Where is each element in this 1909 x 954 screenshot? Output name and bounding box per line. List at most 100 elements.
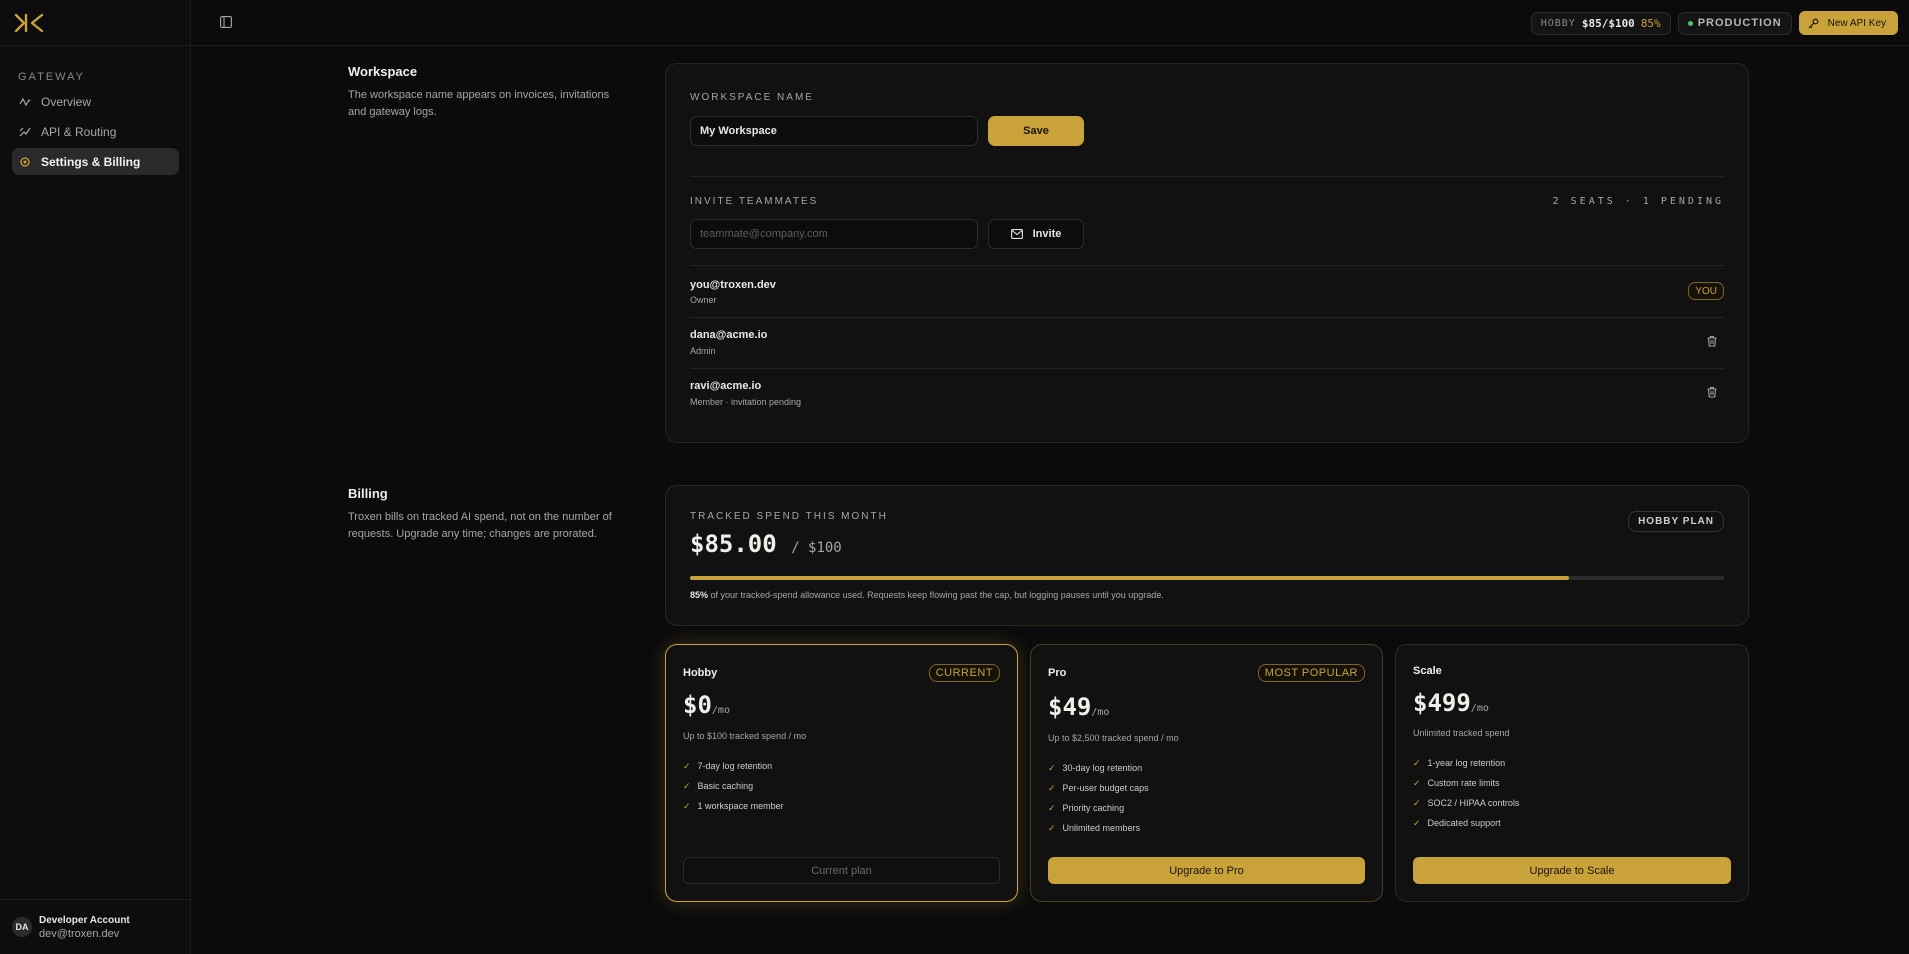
feature-item: ✓ 1 workspace member xyxy=(683,796,784,816)
feature-label: 1-year log retention xyxy=(1427,758,1506,768)
plan-name: Hobby xyxy=(683,667,718,679)
feature-item: ✓ 30-day log retention xyxy=(1048,758,1149,778)
invite-teammates-label: INVITE TEAMMATES xyxy=(690,196,819,207)
usage-note: 85% of your tracked-spend allowance used… xyxy=(690,590,1164,600)
logo-icon xyxy=(14,13,44,32)
check-icon: ✓ xyxy=(1048,782,1056,793)
plan-pill-percent: 85% xyxy=(1640,16,1661,30)
invite-button[interactable]: Invite xyxy=(988,219,1084,249)
sidebar-item-api-routing[interactable]: API & Routing xyxy=(12,118,179,145)
plan-subtitle: Unlimited tracked spend xyxy=(1413,728,1510,738)
account-name: Developer Account xyxy=(39,914,130,926)
account-email: dev@troxen.dev xyxy=(39,927,120,940)
price-period: /mo xyxy=(1091,707,1110,718)
activity-icon xyxy=(18,95,32,109)
plan-usage-pill[interactable]: HOBBY $85/$100 85% xyxy=(1530,11,1671,35)
spend-cap: / $100 xyxy=(791,540,842,556)
trash-icon[interactable] xyxy=(1706,386,1718,398)
gear-icon xyxy=(18,155,32,169)
current-plan-button[interactable]: Current plan xyxy=(683,857,1000,884)
feature-item: ✓ 7-day log retention xyxy=(683,756,784,776)
plan-card-pro: Pro MOST POPULAR $49/mo Up to $2,500 tra… xyxy=(1030,644,1383,902)
feature-label: 7-day log retention xyxy=(697,761,773,771)
usage-note-text: of your tracked-spend allowance used. Re… xyxy=(710,590,1164,600)
plan-features: ✓ 30-day log retention ✓ Per-user budget c… xyxy=(1048,758,1149,838)
sidebar: GATEWAY Overview API & Routing Settings … xyxy=(0,0,191,954)
sidebar-item-overview[interactable]: Overview xyxy=(12,88,179,115)
account-menu[interactable]: DA Developer Account dev@troxen.dev xyxy=(0,899,191,954)
top-header: HOBBY $85/$100 85% PRODUCTION New API Ke… xyxy=(191,0,1909,46)
workspace-card: WORKSPACE NAME Save INVITE TEAMMATES 2 S… xyxy=(665,63,1749,443)
feature-item: ✓ SOC2 / HIPAA controls xyxy=(1413,793,1519,813)
you-badge: YOU xyxy=(1688,282,1724,300)
plan-features: ✓ 1-year log retention ✓ Custom rate limit… xyxy=(1413,753,1519,833)
usage-progress-fill xyxy=(690,576,1569,580)
member-email: ravi@acme.io xyxy=(690,380,762,392)
check-icon: ✓ xyxy=(683,800,691,811)
billing-description: Troxen bills on tracked AI spend, not on… xyxy=(348,511,612,540)
divider xyxy=(690,176,1724,177)
plan-name: Pro xyxy=(1048,667,1067,679)
invite-email-input[interactable] xyxy=(690,219,978,249)
price-period: /mo xyxy=(711,705,730,716)
environment-pill[interactable]: PRODUCTION xyxy=(1677,11,1792,35)
price-value: $49 xyxy=(1048,693,1092,721)
usage-progress-bar xyxy=(690,576,1724,580)
seats-info: 2 SEATS · 1 PENDING xyxy=(1552,196,1724,207)
plan-subtitle: Up to $2,500 tracked spend / mo xyxy=(1048,733,1179,743)
plan-card-hobby: Hobby CURRENT $0/mo Up to $100 tracked s… xyxy=(665,644,1018,902)
upgrade-to-pro-button[interactable]: Upgrade to Pro xyxy=(1048,857,1365,884)
price-value: $0 xyxy=(683,691,712,719)
member-role: Member · invitation pending xyxy=(690,397,802,407)
workspace-name-label: WORKSPACE NAME xyxy=(690,92,814,103)
environment-label: PRODUCTION xyxy=(1697,17,1782,29)
sidebar-toggle-icon[interactable] xyxy=(220,16,232,28)
spend-value: $85.00 xyxy=(690,530,777,558)
check-icon: ✓ xyxy=(1048,822,1056,833)
feature-item: ✓ 1-year log retention xyxy=(1413,753,1519,773)
check-icon: ✓ xyxy=(1413,817,1421,828)
feature-item: ✓ Priority caching xyxy=(1048,798,1149,818)
price-period: /mo xyxy=(1470,703,1489,714)
billing-title: Billing xyxy=(348,486,388,501)
most-popular-badge: MOST POPULAR xyxy=(1257,664,1365,682)
feature-label: Per-user budget caps xyxy=(1062,783,1149,793)
key-icon xyxy=(1808,18,1819,28)
workspace-name-input[interactable] xyxy=(690,116,978,146)
feature-item: ✓ Per-user budget caps xyxy=(1048,778,1149,798)
member-email: dana@acme.io xyxy=(690,329,768,341)
tracked-spend-label: TRACKED SPEND THIS MONTH xyxy=(690,511,888,522)
check-icon: ✓ xyxy=(1048,762,1056,773)
trash-icon[interactable] xyxy=(1706,335,1718,347)
new-api-key-label: New API Key xyxy=(1827,17,1886,29)
member-role: Admin xyxy=(690,346,716,356)
tracked-spend-value: $85.00 / $100 xyxy=(690,530,842,558)
sidebar-item-label: API & Routing xyxy=(41,124,117,139)
save-button[interactable]: Save xyxy=(988,116,1084,146)
plan-badge: HOBBY PLAN xyxy=(1628,511,1724,532)
plan-price: $499/mo xyxy=(1413,689,1489,717)
divider xyxy=(690,265,1724,266)
feature-item: ✓ Basic caching xyxy=(683,776,784,796)
new-api-key-button[interactable]: New API Key xyxy=(1798,11,1898,35)
check-icon: ✓ xyxy=(1413,757,1421,768)
check-icon: ✓ xyxy=(1413,777,1421,788)
avatar: DA xyxy=(12,917,32,937)
member-email: you@troxen.dev xyxy=(690,279,776,291)
sidebar-section-label: GATEWAY xyxy=(18,71,85,83)
sidebar-item-settings-billing[interactable]: Settings & Billing xyxy=(12,148,179,175)
price-value: $499 xyxy=(1413,689,1471,717)
upgrade-to-scale-button[interactable]: Upgrade to Scale xyxy=(1413,857,1731,884)
sidebar-nav: Overview API & Routing Settings & Billin… xyxy=(12,88,179,178)
sidebar-item-label: Overview xyxy=(41,94,92,109)
feature-item: ✓ Unlimited members xyxy=(1048,818,1149,838)
feature-label: 30-day log retention xyxy=(1062,763,1143,773)
member-role: Owner xyxy=(690,295,717,305)
check-icon: ✓ xyxy=(1413,797,1421,808)
plan-card-scale: Scale $499/mo Unlimited tracked spend ✓ 1… xyxy=(1395,644,1749,902)
brand-logo[interactable] xyxy=(0,0,190,46)
feature-label: Custom rate limits xyxy=(1427,778,1500,788)
workspace-title: Workspace xyxy=(348,64,418,79)
feature-item: ✓ Custom rate limits xyxy=(1413,773,1519,793)
plan-price: $49/mo xyxy=(1048,693,1109,721)
